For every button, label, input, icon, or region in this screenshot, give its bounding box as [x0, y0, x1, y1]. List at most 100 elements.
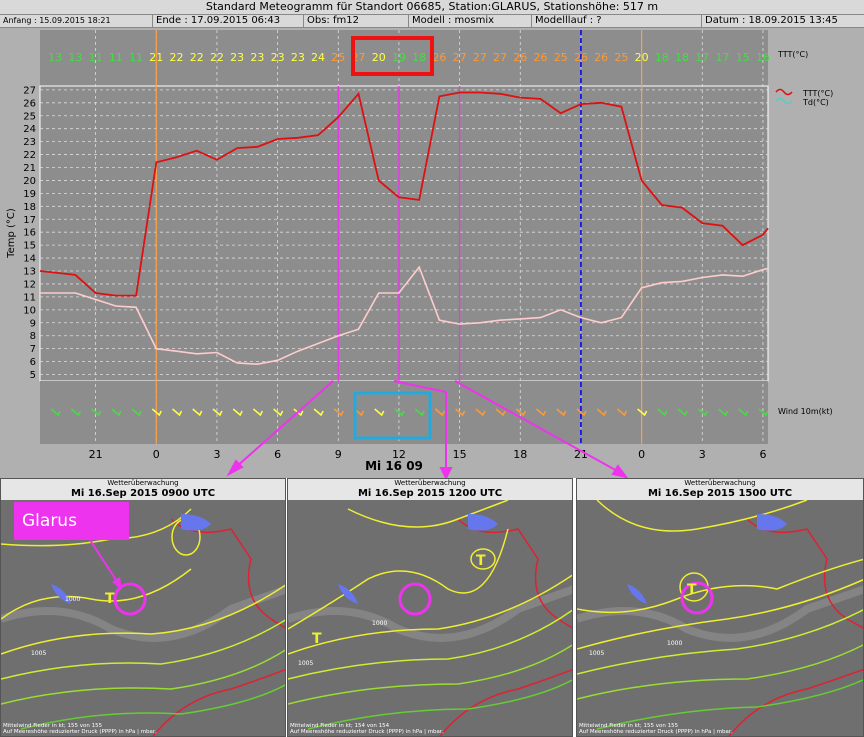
glarus-label: Glarus: [14, 502, 129, 540]
x-tick-label: 0: [638, 448, 645, 461]
ttt-row-value: 20: [635, 51, 649, 64]
map-footer: Mittelwind Fieder in kt; 155 von 155 Auf …: [579, 723, 733, 735]
ttt-row-value: 18: [675, 51, 689, 64]
ttt-row-value: 26: [594, 51, 608, 64]
meteogram-title: Standard Meteogramm für Standort 06685, …: [0, 0, 864, 14]
svg-text:1005: 1005: [31, 650, 46, 657]
y-tick-label: 14: [23, 254, 36, 265]
y-tick-label: 19: [23, 189, 36, 200]
y-tick-label: 7: [30, 344, 36, 355]
ttt-row-value: 26: [534, 51, 548, 64]
svg-text:1005: 1005: [298, 660, 313, 667]
ttt-row-value: 13: [68, 51, 82, 64]
info-bar: Anfang : 15.09.2015 18:21 Ende : 17.09.2…: [0, 14, 864, 28]
map-footer: Mittelwind Fieder in kt; 155 von 155 Auf …: [3, 723, 157, 735]
map-svg-1500: T 1000 1005: [577, 499, 863, 736]
x-tick-label: 3: [699, 448, 706, 461]
ttt-row-value: 23: [271, 51, 285, 64]
low-symbol: T: [476, 553, 486, 569]
datum-label: Datum : 18.09.2015 13:45: [705, 15, 838, 26]
modelllauf-label: Modelllauf : ?: [532, 15, 702, 27]
ttt-row-value: 25: [331, 51, 345, 64]
y-tick-label: 11: [23, 292, 36, 303]
ttt-row-value: 21: [149, 51, 163, 64]
svg-text:1000: 1000: [65, 596, 80, 603]
ttt-row-value: 26: [432, 51, 446, 64]
x-tick-label: 3: [213, 448, 220, 461]
ttt-row-value: 23: [291, 51, 305, 64]
ttt-row-value: 18: [412, 51, 426, 64]
y-tick-label: 12: [23, 279, 36, 290]
y-tick-label: 27: [23, 85, 36, 96]
legend-td: Td(°C): [802, 98, 829, 107]
ttt-row-value: 25: [554, 51, 568, 64]
map-time: Mi 16.Sep 2015 1200 UTC: [288, 488, 572, 500]
map-panel-1200: T T 1000 1005 Wetterüberwachung Mi 16.Se…: [287, 478, 573, 737]
x-tick-label: 9: [335, 448, 342, 461]
wind-label: Wind 10m(kt): [778, 407, 833, 416]
ttt-row-value: 11: [89, 51, 103, 64]
ttt-row-value: 23: [250, 51, 264, 64]
y-tick-label: 23: [23, 137, 36, 148]
ttt-row-value: 22: [170, 51, 184, 64]
ttt-row-value: 27: [493, 51, 507, 64]
map-time: Mi 16.Sep 2015 0900 UTC: [1, 488, 285, 500]
ttt-row-value: 22: [190, 51, 204, 64]
map-panel-1500: T 1000 1005 Wetterüberwachung Mi 16.Sep …: [576, 478, 864, 737]
temperature-panel: [39, 85, 769, 382]
ttt-row-value: 24: [311, 51, 325, 64]
y-tick-label: 22: [23, 150, 36, 161]
map-time: Mi 16.Sep 2015 1500 UTC: [577, 488, 863, 500]
legend-ttt: TTT(°C): [802, 89, 833, 98]
y-axis-label: Temp (°C): [6, 208, 17, 259]
y-tick-label: 15: [23, 241, 36, 252]
x-tick-label: 0: [153, 448, 160, 461]
ttt-row-value: 11: [109, 51, 123, 64]
ende-label: Ende : 17.09.2015 06:43: [153, 15, 304, 27]
y-tick-label: 10: [23, 305, 36, 316]
ttt-row-value: 27: [473, 51, 487, 64]
obs-label: Obs: fm12: [304, 15, 409, 27]
ttt-row-value: 17: [716, 51, 730, 64]
y-tick-label: 25: [23, 111, 36, 122]
ttt-row-value: 13: [48, 51, 62, 64]
low-symbol: T: [312, 631, 322, 647]
ttt-row-value: 16: [756, 51, 770, 64]
date-label: Mi 16 09: [365, 459, 423, 473]
low-symbol: T: [687, 582, 697, 598]
ttt-row-value: 11: [129, 51, 143, 64]
ttt-row-value: 22: [210, 51, 224, 64]
y-tick-label: 24: [23, 124, 36, 135]
map-header: Wetterüberwachung: [577, 479, 863, 488]
svg-text:1000: 1000: [667, 640, 682, 647]
ttt-row-value: 20: [372, 51, 386, 64]
y-tick-label: 13: [23, 267, 36, 278]
ttt-row-value: 23: [230, 51, 244, 64]
y-tick-label: 20: [23, 176, 36, 187]
ttt-row-value: 26: [513, 51, 527, 64]
ttt-row-value: 15: [736, 51, 750, 64]
map-footer: Mittelwind Fieder in kt; 154 von 154 Auf …: [290, 723, 444, 735]
y-tick-label: 5: [30, 370, 36, 381]
y-tick-label: 8: [30, 331, 36, 342]
low-symbol: T: [105, 591, 115, 607]
y-tick-label: 16: [23, 228, 36, 239]
ttt-row-label: TTT(°C): [777, 50, 808, 59]
ttt-row-value: 19: [392, 51, 406, 64]
ttt-row-value: 26: [574, 51, 588, 64]
map-svg-1200: T T 1000 1005: [288, 499, 572, 736]
map-header: Wetterüberwachung: [288, 479, 572, 488]
meteogram-chart: 5678910111213141516171819202122232425262…: [0, 28, 864, 478]
x-tick-label: 15: [453, 448, 467, 461]
map-header: Wetterüberwachung: [1, 479, 285, 488]
x-tick-label: 18: [513, 448, 527, 461]
svg-text:1005: 1005: [589, 650, 604, 657]
y-tick-label: 21: [23, 163, 36, 174]
ttt-row-value: 25: [614, 51, 628, 64]
y-tick-label: 6: [30, 357, 36, 368]
x-tick-label: 6: [759, 448, 766, 461]
x-tick-label: 21: [89, 448, 103, 461]
y-tick-label: 26: [23, 98, 36, 109]
ttt-row-value: 17: [695, 51, 709, 64]
y-tick-label: 18: [23, 202, 36, 213]
